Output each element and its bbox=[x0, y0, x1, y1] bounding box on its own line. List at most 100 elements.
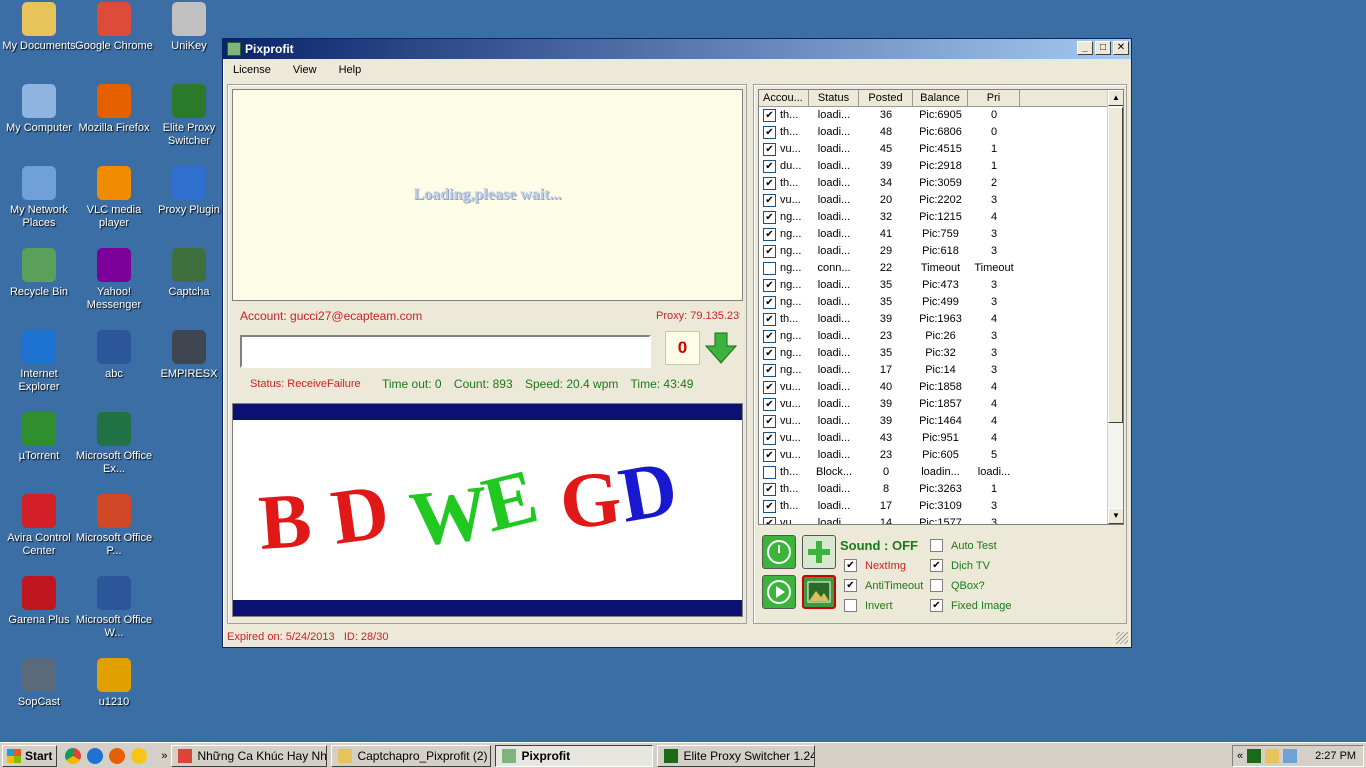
account-checkbox[interactable]: ✔ bbox=[763, 143, 776, 156]
folder-tray-icon[interactable] bbox=[1265, 749, 1280, 763]
option-checkbox[interactable]: ✔ bbox=[844, 579, 857, 592]
table-row[interactable]: ✔ th... loadi... 39 Pic:1963 4 bbox=[759, 311, 1123, 328]
table-row[interactable]: ✔ vu... loadi... 39 Pic:1464 4 bbox=[759, 413, 1123, 430]
account-checkbox[interactable]: ✔ bbox=[763, 432, 776, 445]
desktop-icon[interactable]: EMPIRESX bbox=[150, 330, 228, 381]
desktop-icon[interactable]: u1210 bbox=[75, 658, 153, 709]
account-checkbox[interactable]: ✔ bbox=[763, 126, 776, 139]
table-row[interactable]: ✔ th... loadi... 8 Pic:3263 1 bbox=[759, 481, 1123, 498]
desktop-icon[interactable]: µTorrent bbox=[0, 412, 78, 463]
account-checkbox[interactable]: ✔ bbox=[763, 228, 776, 241]
table-row[interactable]: ✔ vu... loadi... 45 Pic:4515 1 bbox=[759, 141, 1123, 158]
desktop-icon[interactable]: My Network Places bbox=[0, 166, 78, 230]
desktop-icon[interactable]: My Documents bbox=[0, 2, 78, 53]
firefox-icon[interactable] bbox=[109, 747, 126, 764]
option-checkbox[interactable]: ✔ bbox=[930, 599, 943, 612]
account-checkbox[interactable]: ✔ bbox=[763, 347, 776, 360]
taskbar-task[interactable]: Pixprofit bbox=[495, 744, 654, 767]
account-checkbox[interactable]: ✔ bbox=[763, 449, 776, 462]
table-row[interactable]: th... Block... 0 loadin... loadi... bbox=[759, 464, 1123, 481]
scroll-up-icon[interactable]: ▲ bbox=[1108, 90, 1123, 106]
table-row[interactable]: ✔ ng... loadi... 23 Pic:26 3 bbox=[759, 328, 1123, 345]
account-checkbox[interactable]: ✔ bbox=[763, 109, 776, 122]
account-checkbox[interactable] bbox=[763, 466, 776, 479]
desktop-icon[interactable]: Elite Proxy Switcher bbox=[150, 84, 228, 148]
account-checkbox[interactable]: ✔ bbox=[763, 415, 776, 428]
account-checkbox[interactable]: ✔ bbox=[763, 483, 776, 496]
menu-license[interactable]: License bbox=[233, 64, 271, 76]
menu-help[interactable]: Help bbox=[339, 64, 362, 76]
network-tray-icon[interactable] bbox=[1283, 749, 1298, 763]
account-checkbox[interactable]: ✔ bbox=[763, 381, 776, 394]
option-fixed-image[interactable]: ✔ Fixed Image bbox=[930, 599, 1012, 612]
table-row[interactable]: ✔ ng... loadi... 29 Pic:618 3 bbox=[759, 243, 1123, 260]
play-button[interactable] bbox=[762, 575, 796, 609]
table-row[interactable]: ✔ vu... loadi... 40 Pic:1858 4 bbox=[759, 379, 1123, 396]
header-status[interactable]: Status bbox=[809, 90, 859, 106]
desktop-icon[interactable]: Microsoft Office W... bbox=[75, 576, 153, 640]
sound-status[interactable]: Sound : OFF bbox=[840, 538, 918, 553]
account-checkbox[interactable]: ✔ bbox=[763, 364, 776, 377]
image-button[interactable] bbox=[802, 575, 836, 609]
account-checkbox[interactable]: ✔ bbox=[763, 500, 776, 513]
header-account[interactable]: Accou... bbox=[759, 90, 809, 106]
resize-grip[interactable] bbox=[1116, 632, 1128, 644]
header-balance[interactable]: Balance bbox=[913, 90, 968, 106]
account-checkbox[interactable]: ✔ bbox=[763, 160, 776, 173]
tray-expand-icon[interactable]: « bbox=[1237, 750, 1243, 762]
table-row[interactable]: ✔ ng... loadi... 35 Pic:473 3 bbox=[759, 277, 1123, 294]
account-checkbox[interactable]: ✔ bbox=[763, 517, 776, 524]
table-row[interactable]: ✔ ng... loadi... 35 Pic:499 3 bbox=[759, 294, 1123, 311]
account-checkbox[interactable]: ✔ bbox=[763, 296, 776, 309]
maximize-button[interactable]: □ bbox=[1095, 41, 1111, 55]
scroll-thumb[interactable] bbox=[1108, 107, 1123, 423]
option-d-ch-tv[interactable]: ✔ Dịch TV bbox=[930, 559, 990, 572]
account-checkbox[interactable]: ✔ bbox=[763, 398, 776, 411]
proxy-tray-icon[interactable] bbox=[1247, 749, 1262, 763]
account-checkbox[interactable]: ✔ bbox=[763, 313, 776, 326]
power-button[interactable] bbox=[762, 535, 796, 569]
account-checkbox[interactable]: ✔ bbox=[763, 279, 776, 292]
table-row[interactable]: ✔ th... loadi... 17 Pic:3109 3 bbox=[759, 498, 1123, 515]
captcha-answer-input[interactable] bbox=[240, 335, 651, 368]
desktop-icon[interactable]: Mozilla Firefox bbox=[75, 84, 153, 135]
taskbar-task[interactable]: Elite Proxy Switcher 1.24... bbox=[657, 744, 816, 767]
account-checkbox[interactable]: ✔ bbox=[763, 177, 776, 190]
table-row[interactable]: ✔ ng... loadi... 41 Pic:759 3 bbox=[759, 226, 1123, 243]
desktop-icon[interactable]: SopCast bbox=[0, 658, 78, 709]
grid-scrollbar[interactable]: ▲ ▼ bbox=[1107, 90, 1123, 524]
desktop-icon[interactable]: abc bbox=[75, 330, 153, 381]
desktop-icon[interactable]: VLC media player bbox=[75, 166, 153, 230]
table-row[interactable]: ✔ th... loadi... 34 Pic:3059 2 bbox=[759, 175, 1123, 192]
menu-view[interactable]: View bbox=[293, 64, 317, 76]
option-qbox-[interactable]: QBox? bbox=[930, 579, 985, 592]
account-checkbox[interactable] bbox=[763, 262, 776, 275]
desktop-icon[interactable]: Internet Explorer bbox=[0, 330, 78, 394]
desktop-icon[interactable]: Microsoft Office P... bbox=[75, 494, 153, 558]
option-checkbox[interactable] bbox=[930, 539, 943, 552]
desktop-icon[interactable]: Proxy Plugin bbox=[150, 166, 228, 217]
table-row[interactable]: ✔ th... loadi... 36 Pic:6905 0 bbox=[759, 107, 1123, 124]
option-nextimg[interactable]: ✔ NextImg bbox=[844, 559, 906, 572]
taskbar-task[interactable]: Những Ca Khúc Hay Nhã... bbox=[171, 744, 328, 767]
desktop-icon[interactable]: Yahoo! Messenger bbox=[75, 248, 153, 312]
start-button[interactable]: Start bbox=[2, 744, 58, 767]
account-checkbox[interactable]: ✔ bbox=[763, 211, 776, 224]
account-checkbox[interactable]: ✔ bbox=[763, 245, 776, 258]
option-auto-test[interactable]: Auto Test bbox=[930, 539, 997, 552]
table-row[interactable]: ✔ vu... loadi... 14 Pic:1577 3 bbox=[759, 515, 1123, 524]
account-checkbox[interactable]: ✔ bbox=[763, 194, 776, 207]
table-row[interactable]: ✔ du... loadi... 39 Pic:2918 1 bbox=[759, 158, 1123, 175]
desktop-icon[interactable]: Google Chrome bbox=[75, 2, 153, 53]
desktop-icon[interactable]: Recycle Bin bbox=[0, 248, 78, 299]
close-button[interactable]: ✕ bbox=[1113, 41, 1129, 55]
table-row[interactable]: ng... conn... 22 Timeout Timeout bbox=[759, 260, 1123, 277]
table-row[interactable]: ✔ vu... loadi... 20 Pic:2202 3 bbox=[759, 192, 1123, 209]
option-checkbox[interactable]: ✔ bbox=[930, 559, 943, 572]
table-row[interactable]: ✔ vu... loadi... 43 Pic:951 4 bbox=[759, 430, 1123, 447]
yahoo-messenger-icon[interactable] bbox=[131, 747, 148, 764]
table-row[interactable]: ✔ ng... loadi... 32 Pic:1215 4 bbox=[759, 209, 1123, 226]
desktop-icon[interactable]: Captcha bbox=[150, 248, 228, 299]
table-row[interactable]: ✔ vu... loadi... 23 Pic:605 5 bbox=[759, 447, 1123, 464]
table-row[interactable]: ✔ th... loadi... 48 Pic:6806 0 bbox=[759, 124, 1123, 141]
